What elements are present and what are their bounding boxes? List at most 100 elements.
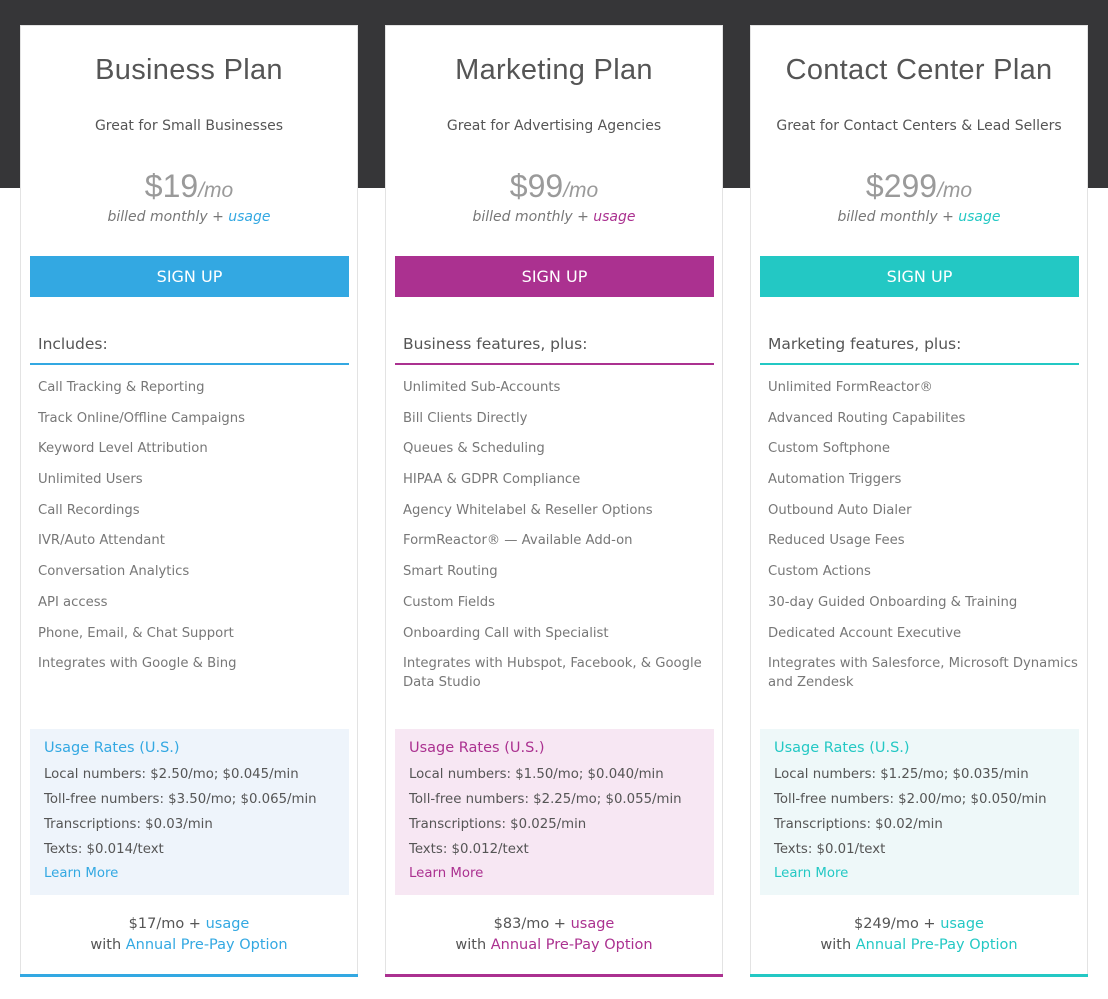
usage-link[interactable]: usage — [228, 209, 270, 225]
card-bottom-accent-bar — [750, 974, 1088, 977]
plan-card-marketing: Marketing Plan Great for Advertising Age… — [385, 25, 723, 977]
billing-note-text: billed monthly + — [472, 209, 594, 225]
feature-item: 30-day Guided Onboarding & Training — [768, 594, 1018, 610]
feature-item: Automation Triggers — [768, 472, 902, 488]
price-unit: /mo — [198, 179, 234, 202]
annual-usage-link[interactable]: usage — [206, 916, 250, 932]
annual-prepay-note: $83/mo + usage with Annual Pre-Pay Optio… — [386, 914, 722, 956]
annual-usage-link[interactable]: usage — [940, 916, 984, 932]
sign-up-button[interactable]: SIGN UP — [395, 256, 714, 297]
features-list: Call Tracking & Reporting Track Online/Of… — [38, 378, 348, 685]
feature-item: FormReactor® — Available Add-on — [403, 533, 633, 549]
sign-up-button[interactable]: SIGN UP — [30, 256, 349, 297]
feature-item: Smart Routing — [403, 564, 498, 580]
feature-item: Advanced Routing Capabilites — [768, 410, 966, 426]
features-heading-text: Includes: — [38, 335, 108, 353]
annual-prepay-link[interactable]: Annual Pre-Pay Option — [126, 937, 288, 953]
feature-item: Agency Whitelabel & Reseller Options — [403, 502, 653, 518]
plan-price: $19/mo — [21, 168, 357, 205]
plan-title: Contact Center Plan — [785, 54, 1053, 86]
usage-rates-title: Usage Rates (U.S.) — [409, 740, 545, 756]
features-heading: Business features, plus: — [395, 335, 714, 365]
plan-tagline: Great for Advertising Agencies — [446, 118, 662, 134]
feature-item: Conversation Analytics — [38, 564, 190, 580]
billing-note-text: billed monthly + — [107, 209, 229, 225]
annual-price: $17/mo + — [128, 916, 206, 932]
usage-rate-line: Toll-free numbers: $2.00/mo; $0.050/min — [774, 792, 1047, 807]
learn-more-link[interactable]: Learn More — [44, 862, 118, 886]
usage-rates-box: Usage Rates (U.S.) Local numbers: $1.25/… — [760, 729, 1079, 895]
feature-item: Onboarding Call with Specialist — [403, 625, 609, 641]
billing-note: billed monthly + usage — [751, 209, 1087, 225]
features-heading-divider — [760, 363, 1079, 365]
feature-item: Call Tracking & Reporting — [38, 380, 205, 395]
annual-with-text: with — [820, 937, 856, 953]
price-unit: /mo — [563, 179, 599, 202]
usage-link[interactable]: usage — [593, 209, 635, 225]
usage-rate-line: Transcriptions: $0.025/min — [409, 817, 587, 832]
card-bottom-accent-bar — [385, 974, 723, 977]
feature-item: Track Online/Offline Campaigns — [38, 410, 245, 426]
plan-card-contact-center: Contact Center Plan Great for Contact Ce… — [750, 25, 1088, 977]
usage-rate-line: Texts: $0.014/text — [44, 842, 164, 857]
annual-with-text: with — [90, 937, 126, 953]
usage-rate-line: Transcriptions: $0.02/min — [774, 817, 943, 832]
usage-rate-line: Toll-free numbers: $2.25/mo; $0.055/min — [409, 792, 682, 807]
usage-rate-line: Transcriptions: $0.03/min — [44, 817, 213, 832]
price-amount: $19 — [144, 168, 199, 204]
feature-item: HIPAA & GDPR Compliance — [403, 472, 581, 488]
feature-item: Custom Softphone — [768, 441, 891, 457]
features-list: Unlimited FormReactor® Advanced Routing C… — [768, 378, 1078, 704]
feature-item: Unlimited Sub-Accounts — [403, 380, 561, 395]
usage-rate-line: Local numbers: $1.50/mo; $0.040/min — [409, 767, 664, 782]
feature-item: Integrates with Salesforce, Microsoft Dy… — [768, 656, 1078, 691]
features-heading: Marketing features, plus: — [760, 335, 1079, 365]
feature-item: Keyword Level Attribution — [38, 441, 208, 457]
plan-title: Business Plan — [95, 54, 283, 86]
annual-prepay-note: $249/mo + usage with Annual Pre-Pay Opti… — [751, 914, 1087, 956]
usage-rates-box: Usage Rates (U.S.) Local numbers: $2.50/… — [30, 729, 349, 895]
usage-rate-line: Texts: $0.012/text — [409, 842, 529, 857]
usage-rates-box: Usage Rates (U.S.) Local numbers: $1.50/… — [395, 729, 714, 895]
annual-price: $249/mo + — [854, 916, 941, 932]
feature-item: Dedicated Account Executive — [768, 625, 962, 641]
usage-link[interactable]: usage — [958, 209, 1000, 225]
usage-rates-title: Usage Rates (U.S.) — [44, 740, 180, 756]
usage-rates-title: Usage Rates (U.S.) — [774, 740, 910, 756]
annual-prepay-link[interactable]: Annual Pre-Pay Option — [491, 937, 653, 953]
annual-prepay-note: $17/mo + usage with Annual Pre-Pay Optio… — [21, 914, 357, 956]
sign-up-button[interactable]: SIGN UP — [760, 256, 1079, 297]
plan-price: $299/mo — [751, 168, 1087, 205]
features-heading-divider — [395, 363, 714, 365]
annual-with-text: with — [455, 937, 491, 953]
features-list: Unlimited Sub-Accounts Bill Clients Direc… — [403, 378, 713, 704]
usage-rate-line: Local numbers: $2.50/mo; $0.045/min — [44, 767, 299, 782]
price-amount: $299 — [865, 168, 938, 204]
features-heading-divider — [30, 363, 349, 365]
annual-prepay-link[interactable]: Annual Pre-Pay Option — [856, 937, 1018, 953]
annual-usage-link[interactable]: usage — [571, 916, 615, 932]
features-heading-text: Business features, plus: — [403, 335, 588, 353]
feature-item: Reduced Usage Fees — [768, 533, 905, 549]
billing-note: billed monthly + usage — [386, 209, 722, 225]
usage-rate-line: Local numbers: $1.25/mo; $0.035/min — [774, 767, 1029, 782]
usage-rate-line: Toll-free numbers: $3.50/mo; $0.065/min — [44, 792, 317, 807]
price-unit: /mo — [937, 179, 973, 202]
plan-price: $99/mo — [386, 168, 722, 205]
plan-tagline: Great for Small Businesses — [94, 118, 284, 134]
feature-item: Queues & Scheduling — [403, 441, 545, 457]
learn-more-link[interactable]: Learn More — [774, 862, 848, 886]
learn-more-link[interactable]: Learn More — [409, 862, 483, 886]
features-heading: Includes: — [30, 335, 349, 365]
features-heading-text: Marketing features, plus: — [768, 335, 962, 353]
plan-card-business: Business Plan Great for Small Businesses… — [20, 25, 358, 977]
pricing-cards: Business Plan Great for Small Businesses… — [20, 25, 1088, 977]
feature-item: Integrates with Google & Bing — [38, 656, 237, 672]
card-bottom-accent-bar — [20, 974, 358, 977]
billing-note-text: billed monthly + — [837, 209, 959, 225]
feature-item: Outbound Auto Dialer — [768, 502, 912, 518]
feature-item: Call Recordings — [38, 502, 140, 518]
feature-item: Unlimited FormReactor® — [768, 380, 933, 395]
feature-item: Bill Clients Directly — [403, 410, 528, 426]
feature-item: Custom Actions — [768, 564, 871, 580]
